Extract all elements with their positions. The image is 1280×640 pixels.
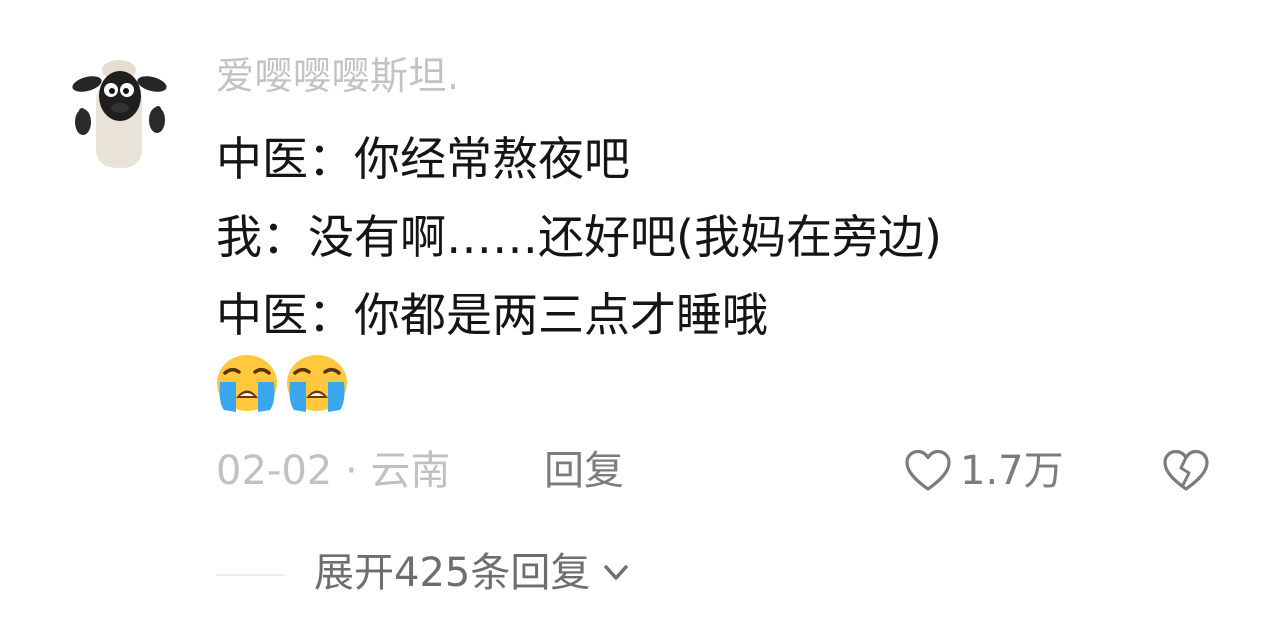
comment-text: 中医：你经常熬夜吧 我：没有啊……还好吧(我妈在旁边) 中医：你都是两三点才睡哦 <box>216 132 942 366</box>
expand-replies-label: 展开425条回复 <box>314 550 591 596</box>
loudly-crying-face-emoji <box>287 355 347 412</box>
heart-icon <box>905 449 951 491</box>
chevron-down-icon <box>604 565 629 580</box>
comment-line: 中医：你都是两三点才睡哦 <box>216 288 768 342</box>
reply-button[interactable]: 回复 <box>544 446 624 496</box>
loudly-crying-face-emoji <box>217 355 277 412</box>
expand-replies-button[interactable]: 展开425条回复 <box>314 548 634 598</box>
emoji-row <box>214 352 350 414</box>
dislike-button[interactable] <box>1158 444 1214 498</box>
comment-line: 我：没有啊……还好吧(我妈在旁边) <box>216 210 942 264</box>
like-count: 1.7万 <box>960 448 1064 494</box>
username[interactable]: 爱嘤嘤嘤斯坦. <box>216 52 460 100</box>
like-button[interactable]: 1.7万 <box>904 444 1064 498</box>
date-location: 02-02 · 云南 <box>216 448 451 494</box>
divider <box>216 574 284 576</box>
broken-heart-icon <box>1163 449 1209 491</box>
comment-line: 中医：你经常熬夜吧 <box>216 132 630 186</box>
sheep-avatar-image <box>72 60 167 168</box>
avatar[interactable] <box>62 52 178 168</box>
